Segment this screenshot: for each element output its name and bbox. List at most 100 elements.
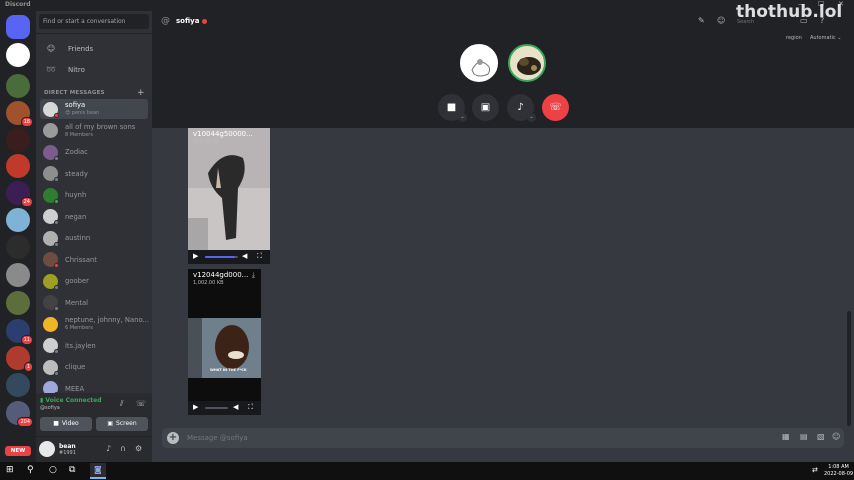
mute-button[interactable]: ♪ ⌄ bbox=[507, 94, 536, 122]
server-rail: 18 24 11 1 204 NEW bbox=[0, 11, 36, 462]
dm-item[interactable]: Mental bbox=[40, 293, 148, 313]
dm-name: goober bbox=[65, 277, 89, 285]
dm-text: austinn bbox=[65, 234, 90, 242]
server-icon[interactable] bbox=[6, 74, 30, 98]
friends-icon: ☺ bbox=[46, 44, 56, 53]
disconnect-icon[interactable]: ☏ bbox=[136, 399, 146, 408]
server-icon[interactable]: 204 bbox=[6, 401, 33, 427]
dm-item[interactable]: Chrissant bbox=[40, 250, 148, 270]
user-avatar[interactable] bbox=[39, 441, 55, 457]
system-clock[interactable]: 1:08 AM 2022-08-09 bbox=[824, 464, 853, 478]
message-input[interactable]: Message @sofiya bbox=[187, 434, 248, 442]
chevron-down-icon[interactable]: ⌄ bbox=[458, 113, 467, 122]
server-icon[interactable] bbox=[6, 154, 30, 178]
screen-share-button[interactable]: ▣ bbox=[472, 94, 499, 121]
search-icon[interactable]: ⚲ bbox=[27, 465, 34, 475]
server-icon[interactable] bbox=[6, 373, 30, 397]
screen-button[interactable]: ▣ Screen bbox=[96, 417, 148, 431]
fullscreen-icon[interactable]: ⛶ bbox=[257, 252, 262, 261]
dm-text: Zodiac bbox=[65, 148, 88, 156]
server-icon[interactable]: 11 bbox=[6, 319, 33, 345]
seek-bar[interactable] bbox=[205, 407, 228, 409]
upload-plus-icon[interactable]: + bbox=[167, 432, 179, 444]
nav-friends[interactable]: ☺ Friends bbox=[40, 40, 148, 58]
server-icon[interactable]: 1 bbox=[6, 346, 33, 372]
sticker-icon[interactable]: ▧ bbox=[817, 432, 825, 441]
server-icon[interactable] bbox=[6, 43, 30, 67]
headphones-icon[interactable]: ∩ bbox=[120, 444, 126, 453]
download-icon[interactable]: ⤓ bbox=[261, 130, 264, 139]
server-icon[interactable] bbox=[6, 235, 30, 259]
call-self-avatar[interactable] bbox=[508, 44, 546, 82]
microphone-icon[interactable]: ♪ bbox=[106, 444, 111, 453]
dm-text: neptune, johnny, Nano... 6 Members bbox=[65, 316, 149, 332]
network-icon[interactable]: ⇄ bbox=[812, 466, 818, 474]
create-dm-icon[interactable]: + bbox=[137, 88, 145, 98]
home-button[interactable] bbox=[6, 15, 30, 39]
user-tag: #1991 bbox=[59, 450, 76, 456]
dm-text: huynh bbox=[65, 191, 86, 199]
voice-channel[interactable]: @sofiya bbox=[40, 405, 60, 411]
scrollbar[interactable] bbox=[847, 311, 851, 426]
attachment-size: 859.29 KB bbox=[193, 139, 219, 145]
dm-text: sofiya 😍 penis bean bbox=[65, 101, 99, 117]
nav-nitro[interactable]: ➿ Nitro bbox=[40, 61, 148, 79]
dm-item[interactable]: austinn bbox=[40, 228, 148, 248]
new-badge[interactable]: NEW bbox=[5, 446, 31, 456]
discord-taskbar-icon[interactable]: ◙ bbox=[90, 463, 106, 479]
task-view-icon[interactable]: ⧉ bbox=[69, 465, 75, 475]
server-icon[interactable] bbox=[6, 291, 30, 315]
dm-item[interactable]: all of my brown sons 8 Members bbox=[40, 121, 148, 141]
dm-item[interactable]: goober bbox=[40, 271, 148, 291]
dm-item[interactable]: clique bbox=[40, 357, 148, 377]
find-conversation-input[interactable]: Find or start a conversation bbox=[39, 14, 149, 29]
gif-icon[interactable]: ▤ bbox=[800, 432, 808, 441]
region-select[interactable]: Automatic ⌄ bbox=[810, 35, 841, 41]
volume-icon[interactable]: ◀ bbox=[233, 403, 238, 411]
server-icon[interactable]: 18 bbox=[6, 101, 33, 127]
voice-status: ▮ Voice Connected bbox=[40, 397, 102, 404]
leave-call-button[interactable]: ☏ bbox=[542, 94, 569, 121]
dm-item[interactable]: negan bbox=[40, 207, 148, 227]
attachment-size: 1,002.00 KB bbox=[193, 280, 224, 286]
attachment-filename: v12044gd000... bbox=[193, 271, 249, 279]
dm-item[interactable]: sofiya 😍 penis bean bbox=[40, 99, 148, 119]
fullscreen-icon[interactable]: ⛶ bbox=[248, 403, 253, 412]
dm-item[interactable]: Zodiac bbox=[40, 142, 148, 162]
settings-gear-icon[interactable]: ⚙ bbox=[135, 444, 142, 453]
chevron-down-icon[interactable]: ⌄ bbox=[527, 113, 536, 122]
windows-start-icon[interactable]: ⊞ bbox=[6, 465, 14, 475]
call-participant-avatar[interactable] bbox=[460, 44, 498, 82]
camera-toggle-button[interactable]: ■ ⌄ bbox=[438, 94, 467, 122]
video-attachment[interactable]: v10044g50000... 859.29 KB ⤓ ▶ ◀ ⛶ bbox=[188, 128, 270, 264]
voice-status-label: Voice Connected bbox=[45, 397, 102, 404]
pin-icon[interactable]: ✎ bbox=[698, 16, 705, 25]
play-icon[interactable]: ▶ bbox=[193, 252, 198, 260]
microphone-icon: ♪ bbox=[517, 102, 524, 113]
dm-item[interactable]: huynh bbox=[40, 185, 148, 205]
participant-sketch-image bbox=[471, 59, 491, 77]
message-composer[interactable]: + Message @sofiya ▦ ▤ ▧ ☺ bbox=[162, 428, 844, 448]
status-indicator bbox=[54, 370, 59, 376]
video-attachment[interactable]: v12044gd000... 1,002.00 KB ⤓ WHAT IN THE… bbox=[188, 269, 261, 415]
video-button[interactable]: ■ Video bbox=[40, 417, 92, 431]
noise-suppression-icon[interactable]: ⫽ bbox=[120, 399, 124, 409]
add-friend-icon[interactable]: ☺ bbox=[717, 16, 725, 25]
emoji-icon[interactable]: ☺ bbox=[832, 432, 840, 441]
seek-progress bbox=[205, 256, 235, 258]
server-icon[interactable] bbox=[6, 208, 30, 232]
dm-item[interactable]: neptune, johnny, Nano... 6 Members bbox=[40, 314, 149, 334]
server-icon[interactable] bbox=[6, 128, 30, 152]
seek-bar[interactable] bbox=[205, 256, 238, 258]
avatar bbox=[43, 144, 59, 161]
download-icon[interactable]: ⤓ bbox=[252, 271, 255, 280]
server-icon[interactable]: 24 bbox=[6, 181, 33, 207]
dm-item[interactable]: its.jaylen bbox=[40, 336, 148, 356]
play-icon[interactable]: ▶ bbox=[193, 403, 198, 411]
cortana-icon[interactable]: ○ bbox=[49, 465, 57, 475]
gift-icon[interactable]: ▦ bbox=[782, 432, 790, 441]
user-panel: bean #1991 ♪ ∩ ⚙ bbox=[36, 437, 152, 462]
dm-item[interactable]: steady bbox=[40, 164, 148, 184]
volume-icon[interactable]: ◀ bbox=[242, 252, 247, 260]
server-icon[interactable] bbox=[6, 263, 30, 287]
